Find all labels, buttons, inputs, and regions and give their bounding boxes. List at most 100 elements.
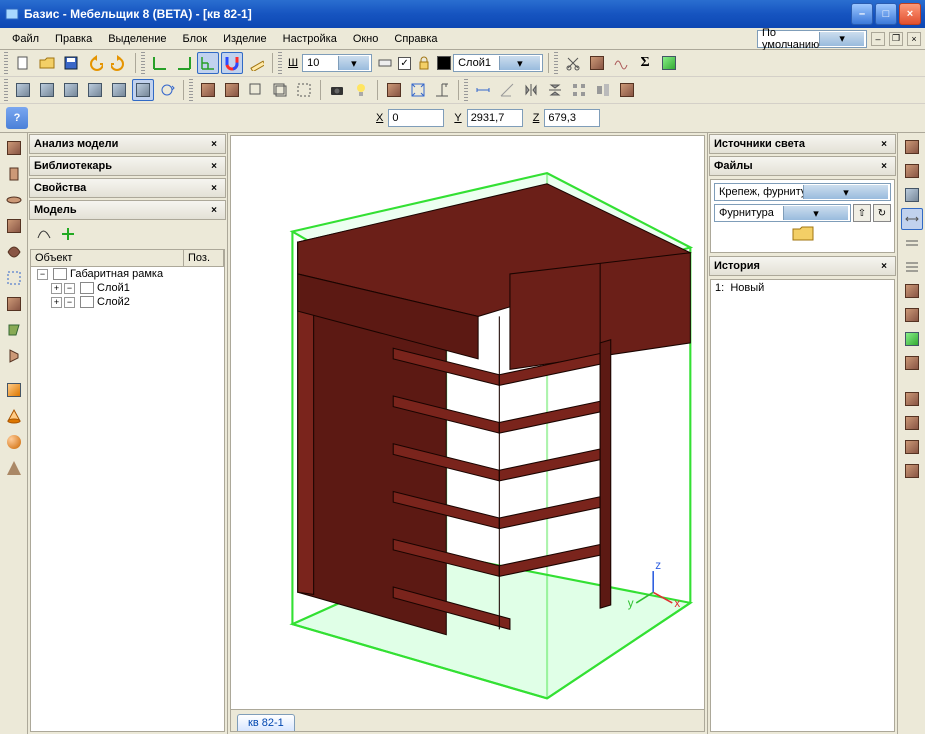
- rt-box-stack-button[interactable]: [901, 352, 923, 374]
- expand-icon[interactable]: +: [51, 283, 62, 294]
- view-left-button[interactable]: [60, 79, 82, 101]
- panel-library[interactable]: Библиотекарь×: [29, 156, 226, 176]
- panel-block-button[interactable]: [2, 214, 26, 238]
- open-button[interactable]: [36, 52, 58, 74]
- shade-wire1-button[interactable]: [245, 79, 267, 101]
- magnet-button[interactable]: [221, 52, 243, 74]
- workspace-combo[interactable]: По умолчанию ▾: [757, 30, 867, 48]
- panel-bent-button[interactable]: [2, 240, 26, 264]
- rt-part-add-button[interactable]: [901, 460, 923, 482]
- file-filter-combo[interactable]: Крепеж, фурнитура (*.f3d,f3dz)▾: [714, 183, 891, 201]
- menu-file[interactable]: Файл: [4, 30, 47, 48]
- layer-combo[interactable]: Слой1▾: [453, 54, 543, 72]
- close-icon[interactable]: ×: [877, 159, 891, 173]
- shade-solid-button[interactable]: [197, 79, 219, 101]
- expand-icon[interactable]: +: [51, 297, 62, 308]
- history-item[interactable]: 1: Новый: [711, 280, 894, 296]
- rt-part1-button[interactable]: [901, 388, 923, 410]
- layer-visible-checkbox[interactable]: ✓: [398, 57, 411, 70]
- add-node-icon[interactable]: [58, 224, 78, 244]
- close-icon[interactable]: ×: [877, 137, 891, 151]
- close-icon[interactable]: ×: [207, 159, 221, 173]
- document-tab[interactable]: кв 82-1: [237, 714, 295, 731]
- close-icon[interactable]: ×: [207, 203, 221, 217]
- z-input[interactable]: [544, 109, 600, 127]
- path-icon[interactable]: [34, 224, 54, 244]
- redo-button[interactable]: [108, 52, 130, 74]
- copy-stack-button[interactable]: [383, 79, 405, 101]
- view-back-button[interactable]: [36, 79, 58, 101]
- undo-button[interactable]: [84, 52, 106, 74]
- mirror-v-button[interactable]: [544, 79, 566, 101]
- lock-icon[interactable]: [413, 52, 435, 74]
- menu-edit[interactable]: Правка: [47, 30, 100, 48]
- solid-pyramid-button[interactable]: [2, 456, 26, 480]
- tree-row-layer1[interactable]: + − Слой1: [31, 281, 224, 295]
- panel-sheet-button[interactable]: [2, 188, 26, 212]
- snap-y-button[interactable]: [173, 52, 195, 74]
- y-input[interactable]: [467, 109, 523, 127]
- bulb-button[interactable]: [350, 79, 372, 101]
- solid-cone-button[interactable]: [2, 404, 26, 428]
- width-combo[interactable]: 10▾: [302, 54, 372, 72]
- explode-button[interactable]: [616, 79, 638, 101]
- dim-button[interactable]: [472, 79, 494, 101]
- panel-model[interactable]: Модель×: [29, 200, 226, 220]
- mdi-close-button[interactable]: ×: [907, 32, 921, 46]
- settings-cube-button[interactable]: [658, 52, 680, 74]
- rt-hardware-button[interactable]: [901, 184, 923, 206]
- warp-button[interactable]: [610, 52, 632, 74]
- panel-border-button[interactable]: [2, 266, 26, 290]
- array-button[interactable]: [568, 79, 590, 101]
- tree-row-layer2[interactable]: + − Слой2: [31, 295, 224, 309]
- help-button[interactable]: ?: [6, 107, 28, 129]
- panel-lights[interactable]: Источники света×: [709, 134, 896, 154]
- panel-properties[interactable]: Свойства×: [29, 178, 226, 198]
- close-icon[interactable]: ×: [877, 259, 891, 273]
- model-tree[interactable]: Объект Поз. − Габаритная рамка + − Слой1…: [30, 249, 225, 732]
- rt-box-green-button[interactable]: [901, 328, 923, 350]
- sum-button[interactable]: Σ: [634, 52, 656, 74]
- mirror-h-button[interactable]: [520, 79, 542, 101]
- new-button[interactable]: [12, 52, 34, 74]
- rt-screw3-button[interactable]: [901, 256, 923, 278]
- snap-grid-button[interactable]: [197, 52, 219, 74]
- close-icon[interactable]: ×: [207, 137, 221, 151]
- crane-button[interactable]: [431, 79, 453, 101]
- part-button[interactable]: [586, 52, 608, 74]
- panel-box-button[interactable]: [2, 292, 26, 316]
- maximize-button[interactable]: □: [875, 3, 897, 25]
- shade-hidden-button[interactable]: [293, 79, 315, 101]
- cut-button[interactable]: [562, 52, 584, 74]
- view-rotate-button[interactable]: [156, 79, 178, 101]
- folder-up-button[interactable]: ⇧: [853, 204, 871, 222]
- ruler-button[interactable]: [245, 52, 267, 74]
- refresh-button[interactable]: ↻: [873, 204, 891, 222]
- rt-cabinet-button[interactable]: [901, 136, 923, 158]
- panel-profile1-button[interactable]: [2, 318, 26, 342]
- menu-selection[interactable]: Выделение: [100, 30, 174, 48]
- panel-board-button[interactable]: [2, 162, 26, 186]
- rt-box-add-button[interactable]: [901, 304, 923, 326]
- furniture-combo[interactable]: Фурнитура▾: [714, 204, 851, 222]
- menu-window[interactable]: Окно: [345, 30, 387, 48]
- mdi-minimize-button[interactable]: –: [871, 32, 885, 46]
- rt-part-del-button[interactable]: [901, 436, 923, 458]
- menu-settings[interactable]: Настройка: [275, 30, 345, 48]
- color-swatch[interactable]: [437, 56, 451, 70]
- panel-history[interactable]: История×: [709, 256, 896, 276]
- material-button[interactable]: [374, 52, 396, 74]
- 3d-viewport[interactable]: x y z: [231, 136, 704, 709]
- dim-angle-button[interactable]: [496, 79, 518, 101]
- close-button[interactable]: ×: [899, 3, 921, 25]
- menu-block[interactable]: Блок: [175, 30, 216, 48]
- extents-button[interactable]: [407, 79, 429, 101]
- save-button[interactable]: [60, 52, 82, 74]
- folder-icon[interactable]: [714, 222, 891, 249]
- align-button[interactable]: [592, 79, 614, 101]
- minimize-button[interactable]: –: [851, 3, 873, 25]
- rt-screw1-button[interactable]: [901, 208, 923, 230]
- x-input[interactable]: [388, 109, 444, 127]
- view-right-button[interactable]: [84, 79, 106, 101]
- camera-button[interactable]: [326, 79, 348, 101]
